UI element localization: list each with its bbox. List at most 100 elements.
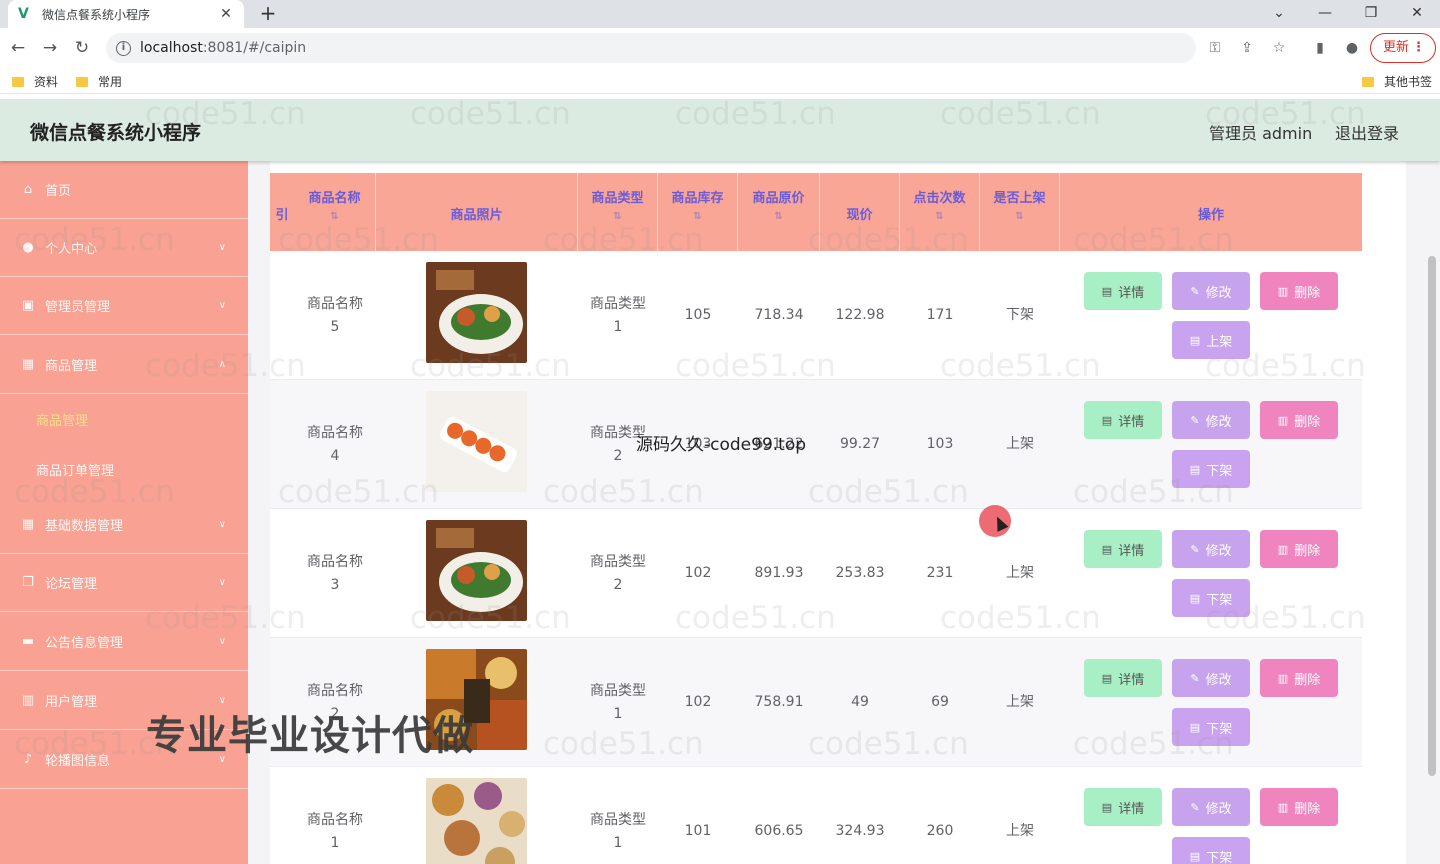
- logout-link[interactable]: 退出登录: [1335, 120, 1399, 144]
- new-tab-icon[interactable]: +: [256, 2, 280, 26]
- vue-logo-icon: V: [18, 6, 29, 22]
- button-label: 下架: [1206, 463, 1233, 479]
- sidebar-item-home[interactable]: ⌂ 首页: [0, 161, 248, 219]
- key-icon[interactable]: ⚿: [1205, 38, 1225, 58]
- sidebar-item-base-data[interactable]: ▦ 基础数据管理 ∨: [0, 496, 248, 554]
- edit-button[interactable]: ✎ 修改: [1172, 272, 1250, 310]
- shelf-toggle-button[interactable]: ▤ 下架: [1172, 837, 1250, 864]
- th-price[interactable]: 现价: [820, 173, 900, 251]
- sort-icon[interactable]: ⇅: [738, 211, 819, 222]
- sort-icon[interactable]: ⇅: [578, 211, 657, 222]
- delete-button[interactable]: ▥ 删除: [1260, 530, 1338, 568]
- edit-button[interactable]: ✎ 修改: [1172, 530, 1250, 568]
- th-type[interactable]: 商品类型 ⇅: [578, 173, 658, 251]
- sidebar-item-products[interactable]: ▦ 商品管理 ∧: [0, 336, 248, 394]
- cell-text: 商品类型: [590, 295, 646, 312]
- restore-icon[interactable]: ❐: [1348, 0, 1394, 28]
- th-stock[interactable]: 商品库存 ⇅: [658, 173, 738, 251]
- close-tab-icon[interactable]: ✕: [218, 6, 234, 22]
- sidebar-item-forum[interactable]: ❐ 论坛管理 ∨: [0, 554, 248, 612]
- sidebar-subitem-label: 商品订单管理: [36, 463, 115, 479]
- delete-button[interactable]: ▥ 删除: [1260, 272, 1338, 310]
- sidebar-item-label: 用户管理: [45, 695, 98, 710]
- cell-clicks: 231: [926, 565, 954, 581]
- chevron-down-icon: ∨: [218, 242, 226, 253]
- button-label: 删除: [1294, 801, 1321, 817]
- shelf-toggle-button[interactable]: ▤ 下架: [1172, 708, 1250, 746]
- trash-icon: ▥: [1277, 671, 1289, 685]
- delete-button[interactable]: ▥ 删除: [1260, 788, 1338, 826]
- sidebar-item-notices[interactable]: ▬ 公告信息管理 ∨: [0, 613, 248, 671]
- url-path: :8081/#/caipin: [202, 40, 307, 56]
- edit-button[interactable]: ✎ 修改: [1172, 659, 1250, 697]
- product-photo[interactable]: [426, 778, 527, 864]
- product-photo[interactable]: [426, 520, 527, 621]
- sidebar-item-admins[interactable]: ▣ 管理员管理 ∨: [0, 277, 248, 335]
- other-bookmarks[interactable]: 其他书签: [1362, 73, 1432, 90]
- profile-icon[interactable]: ●: [1342, 38, 1362, 58]
- address-bar[interactable]: i localhost:8081/#/caipin: [106, 33, 1196, 63]
- button-label: 详情: [1118, 414, 1145, 430]
- button-label: 详情: [1118, 801, 1145, 817]
- th-clicks[interactable]: 点击次数 ⇅: [900, 173, 980, 251]
- shelf-toggle-button[interactable]: ▤ 上架: [1172, 321, 1250, 359]
- minimize-icon[interactable]: —: [1302, 0, 1348, 28]
- sort-icon[interactable]: ⇅: [900, 211, 979, 222]
- shelf-toggle-button[interactable]: ▤ 下架: [1172, 579, 1250, 617]
- button-label: 下架: [1206, 850, 1233, 864]
- delete-button[interactable]: ▥ 删除: [1260, 401, 1338, 439]
- th-index[interactable]: 引: [270, 173, 294, 251]
- sidebar-subitem-label: 商品管理: [36, 413, 89, 429]
- edit-button[interactable]: ✎ 修改: [1172, 788, 1250, 826]
- cell-clicks: 260: [926, 823, 954, 839]
- shelf-toggle-button[interactable]: ▤ 下架: [1172, 450, 1250, 488]
- forward-icon[interactable]: →: [38, 36, 62, 60]
- user-icon: ●: [22, 240, 34, 255]
- delete-button[interactable]: ▥ 删除: [1260, 659, 1338, 697]
- detail-button[interactable]: ▤ 详情: [1084, 530, 1162, 568]
- sidepanel-icon[interactable]: ▮: [1310, 38, 1330, 58]
- cell-name: 商品名称 1: [294, 767, 376, 864]
- back-icon[interactable]: ←: [6, 36, 30, 60]
- share-icon[interactable]: ⇪: [1237, 38, 1257, 58]
- cell-price: 324.93: [835, 823, 885, 839]
- cell-type: 商品类型 2: [578, 509, 658, 638]
- th-shelf[interactable]: 是否上架 ⇅: [980, 173, 1060, 251]
- browser-tab[interactable]: V 微信点餐系统小程序 ✕: [8, 0, 244, 28]
- tab-search-icon[interactable]: ⌄: [1256, 0, 1302, 28]
- sort-icon[interactable]: ⇅: [980, 211, 1059, 222]
- bookmark-folder[interactable]: 常用: [76, 73, 122, 90]
- edit-button[interactable]: ✎ 修改: [1172, 401, 1250, 439]
- cell-text: 4: [330, 447, 340, 464]
- update-button[interactable]: 更新 ⋮: [1370, 33, 1436, 63]
- th-name[interactable]: 商品名称 ⇅: [294, 173, 376, 251]
- sort-icon[interactable]: ⇅: [658, 211, 737, 222]
- pencil-icon: ✎: [1190, 413, 1200, 427]
- vertical-scrollbar[interactable]: [1428, 256, 1436, 776]
- star-icon[interactable]: ☆: [1269, 38, 1289, 58]
- detail-button[interactable]: ▤ 详情: [1084, 272, 1162, 310]
- sidebar-item-label: 首页: [45, 184, 72, 199]
- tab-title: 微信点餐系统小程序: [42, 7, 151, 22]
- detail-button[interactable]: ▤ 详情: [1084, 401, 1162, 439]
- th-orig-price[interactable]: 商品原价 ⇅: [738, 173, 820, 251]
- sidebar-item-profile[interactable]: ● 个人中心 ∨: [0, 219, 248, 277]
- th-photo[interactable]: 商品照片: [376, 173, 578, 251]
- url-text: localhost:8081/#/caipin: [140, 40, 306, 56]
- th-ops: 操作: [1060, 173, 1362, 251]
- detail-button[interactable]: ▤ 详情: [1084, 788, 1162, 826]
- sidebar-subitem-orders[interactable]: 商品订单管理: [0, 444, 248, 494]
- folder-icon: [1362, 76, 1374, 87]
- product-photo[interactable]: [426, 391, 527, 492]
- detail-button[interactable]: ▤ 详情: [1084, 659, 1162, 697]
- reload-icon[interactable]: ↻: [70, 36, 94, 60]
- close-window-icon[interactable]: ✕: [1394, 0, 1440, 28]
- sort-icon[interactable]: ⇅: [294, 211, 375, 222]
- trash-icon: ▥: [1277, 284, 1289, 298]
- cell-shelf: 上架: [1006, 694, 1034, 710]
- site-info-icon[interactable]: i: [116, 40, 131, 56]
- bookmark-folder[interactable]: 资料: [12, 73, 58, 90]
- sidebar-subitem-products[interactable]: 商品管理: [0, 394, 248, 444]
- product-photo[interactable]: [426, 262, 527, 363]
- cell-stock: 105: [684, 307, 712, 323]
